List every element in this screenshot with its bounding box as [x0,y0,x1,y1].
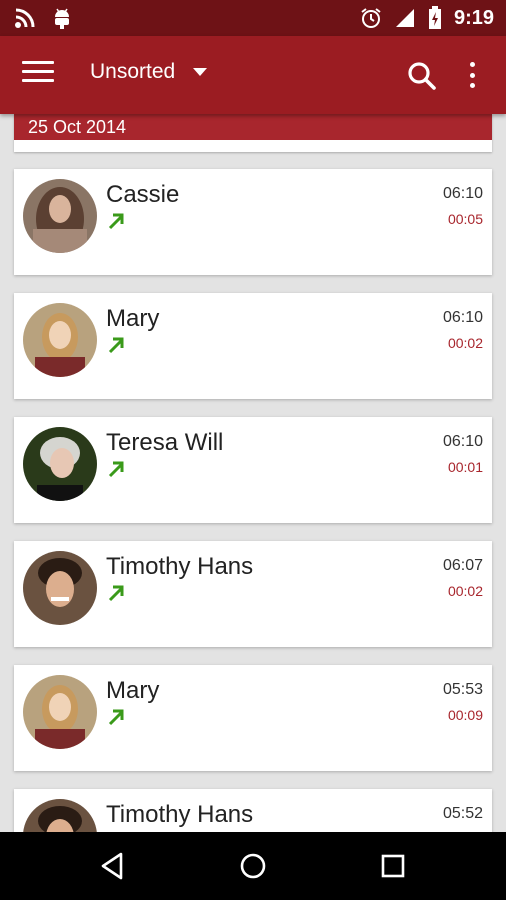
call-duration: 00:01 [447,459,483,475]
status-bar: 9:19 [0,0,506,36]
call-time: 06:07 [442,557,483,574]
call-item-timothy-hans[interactable]: Timothy Hans 06:07 00:02 [14,541,492,647]
dropdown-caret-icon [193,68,208,76]
battery-charging-icon [428,6,441,29]
contact-avatar [23,799,97,832]
contact-name: Teresa Will [106,429,224,456]
back-triangle-icon[interactable] [95,848,131,884]
signal-icon [395,9,414,27]
contact-name: Mary [106,305,160,332]
date-group-card: 25 Oct 2014 [14,114,492,152]
contact-avatar [23,427,97,501]
contact-name: Timothy Hans [106,801,254,828]
status-time: 9:19 [453,6,494,29]
more-vertical-icon[interactable] [460,58,484,92]
call-time: 06:10 [442,433,483,450]
call-item-mary[interactable]: Mary 05:53 00:09 [14,665,492,771]
contact-avatar [23,179,97,253]
android-icon [55,8,69,29]
rss-icon [15,8,35,28]
call-item-timothy-hans[interactable]: Timothy Hans 05:52 [14,789,492,832]
outgoing-call-arrow-icon [108,213,124,230]
contact-name: Timothy Hans [106,553,254,580]
call-time: 06:10 [442,185,483,202]
call-duration: 00:02 [447,335,483,351]
call-duration: 00:02 [447,583,483,599]
call-time: 06:10 [442,309,483,326]
contact-avatar [23,675,97,749]
system-navigation-bar [0,832,506,900]
call-item-teresa-will[interactable]: Teresa Will 06:10 00:01 [14,417,492,523]
call-list[interactable]: 25 Oct 2014 Cassie 06:10 00:05 Mary 06:1… [0,114,506,832]
date-header: 25 Oct 2014 [14,114,492,140]
app-bar: Unsorted [0,36,506,114]
recents-square-icon[interactable] [375,848,411,884]
call-item-mary[interactable]: Mary 06:10 00:02 [14,293,492,399]
contact-avatar [23,551,97,625]
call-time: 05:53 [442,681,483,698]
hamburger-menu-icon[interactable] [22,61,54,89]
outgoing-call-arrow-icon [108,709,124,726]
call-time: 05:52 [442,805,483,822]
outgoing-call-arrow-icon [108,461,124,478]
alarm-icon [361,8,381,28]
outgoing-call-arrow-icon [108,585,124,602]
home-circle-icon[interactable] [235,848,271,884]
outgoing-call-arrow-icon [108,337,124,354]
call-item-cassie[interactable]: Cassie 06:10 00:05 [14,169,492,275]
call-duration: 00:09 [447,707,483,723]
category-spinner[interactable]: Unsorted [90,60,208,84]
search-icon[interactable] [406,60,438,92]
app-bar-title: Unsorted [90,60,176,83]
contact-name: Mary [106,677,160,704]
call-duration: 00:05 [447,211,483,227]
contact-avatar [23,303,97,377]
contact-name: Cassie [106,181,180,208]
